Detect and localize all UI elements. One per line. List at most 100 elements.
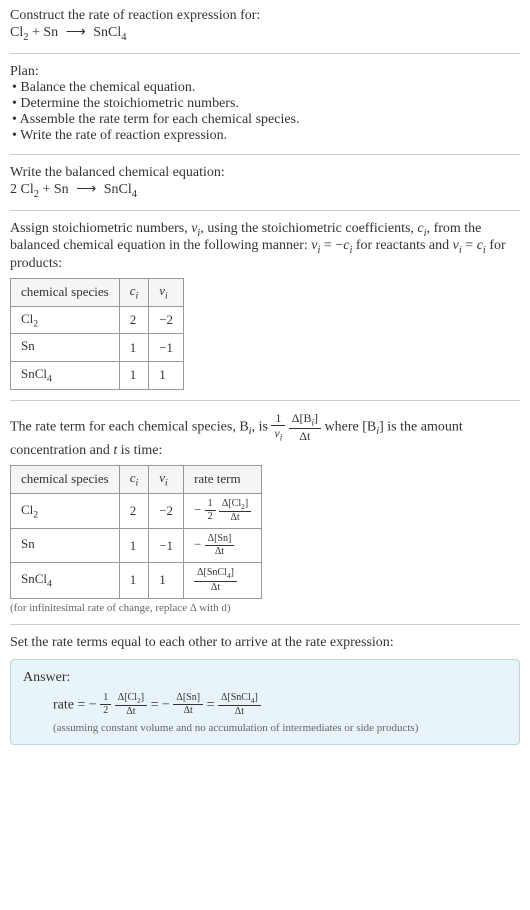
cell-nui: −2 — [149, 493, 184, 529]
delta-b: Δ[B — [292, 411, 312, 425]
answer-box: Answer: rate = − 12 Δ[Cl2]Δt = − Δ[Sn]Δt… — [10, 659, 520, 746]
table-row: Cl2 2 −2 — [11, 306, 184, 334]
fraction-delta: Δ[Sn]Δt — [205, 533, 235, 558]
frac-num: Δ[Sn] — [173, 692, 203, 705]
divider — [10, 624, 520, 625]
text-fragment: for reactants and — [352, 238, 452, 253]
equals-sign: = — [207, 697, 218, 712]
cell-nui: −1 — [149, 334, 184, 362]
cell-species: SnCl4 — [11, 563, 120, 599]
cell-rate: Δ[SnCl4]Δt — [184, 563, 262, 599]
equals-sign: = — [151, 697, 162, 712]
reactant-2: Sn — [43, 25, 58, 40]
frac-den: Δt — [289, 429, 321, 443]
species-name: Sn — [21, 338, 35, 353]
delta-t: Δt — [299, 429, 310, 443]
species-name: Cl — [21, 502, 33, 517]
frac-num: Δ[Cl2] — [115, 692, 147, 707]
delta-conc: Δ[SnCl — [221, 692, 251, 703]
col-nui: νi — [149, 279, 184, 307]
fraction-coef: 12 — [205, 498, 216, 523]
frac-num: Δ[Cl2] — [219, 498, 251, 513]
species-name: SnCl — [21, 366, 47, 381]
rate-text: The rate term for each chemical species,… — [10, 411, 520, 459]
col-species: chemical species — [11, 279, 120, 307]
plan-heading: Plan: — [10, 64, 520, 80]
nu-sub: i — [280, 432, 283, 442]
species-sub: 4 — [47, 579, 52, 590]
species-sub: 2 — [33, 318, 38, 329]
table-row: Cl2 2 −2 − 12 Δ[Cl2]Δt — [11, 493, 262, 529]
plus-sign: + — [28, 25, 43, 40]
frac-den: νi — [271, 426, 285, 443]
species-sub: 2 — [33, 509, 38, 520]
arrow-icon: ⟶ — [66, 24, 86, 41]
frac-num: Δ[SnCl4] — [218, 692, 261, 707]
cell-nui: −2 — [149, 306, 184, 334]
fraction-delta: Δ[SnCl4]Δt — [218, 692, 261, 719]
product-1: SnCl — [104, 182, 132, 197]
coef-1: 2 — [10, 182, 21, 197]
neg-sign: − — [89, 697, 97, 712]
col-nui: νi — [149, 465, 184, 493]
cell-rate: − 12 Δ[Cl2]Δt — [184, 493, 262, 529]
frac-den: Δt — [218, 706, 261, 718]
close-bracket: ] — [255, 692, 258, 703]
table-row: SnCl4 1 1 Δ[SnCl4]Δt — [11, 563, 262, 599]
text-fragment: where [B — [325, 419, 377, 434]
frac-den: Δt — [194, 582, 237, 594]
delta-conc: Δ[Cl — [118, 692, 137, 703]
frac-den: 2 — [100, 705, 111, 717]
nui-sub: i — [165, 291, 168, 302]
fraction-delta: Δ[SnCl4]Δt — [194, 567, 237, 594]
fraction-delta: Δ[Cl2]Δt — [219, 498, 251, 525]
cell-species: Sn — [11, 334, 120, 362]
frac-den: Δt — [219, 512, 251, 524]
text-fragment: , is — [252, 419, 272, 434]
col-species: chemical species — [11, 465, 120, 493]
text-fragment: , using the stoichiometric coefficients, — [200, 221, 417, 236]
eq-sign: = — [462, 238, 477, 253]
cell-species: SnCl4 — [11, 361, 120, 389]
table-header-row: chemical species ci νi rate term — [11, 465, 262, 493]
plan-section: Plan: • Balance the chemical equation. •… — [10, 64, 520, 144]
divider — [10, 400, 520, 401]
problem-statement: Construct the rate of reaction expressio… — [10, 8, 520, 43]
problem-title: Construct the rate of reaction expressio… — [10, 8, 520, 24]
eq-sign: = − — [320, 238, 343, 253]
frac-num: Δ[Sn] — [205, 533, 235, 546]
neg-sign: − — [194, 502, 201, 517]
delta-conc: Δ[Cl — [222, 498, 241, 509]
cell-nui: −1 — [149, 529, 184, 563]
text-fragment: is time: — [117, 443, 162, 458]
balanced-equation: 2 Cl2 + Sn ⟶ SnCl4 — [10, 181, 520, 200]
rate-table: chemical species ci νi rate term Cl2 2 −… — [10, 465, 262, 599]
arrow-icon: ⟶ — [76, 181, 96, 198]
frac-num: Δ[Bi] — [289, 411, 321, 429]
fraction-delta: Δ[Sn]Δt — [173, 692, 203, 717]
product-1: SnCl — [93, 25, 121, 40]
neg-sign: − — [194, 537, 201, 552]
cell-ci: 2 — [119, 493, 149, 529]
answer-assumption: (assuming constant volume and no accumul… — [23, 722, 507, 734]
divider — [10, 53, 520, 54]
table-header-row: chemical species ci νi — [11, 279, 184, 307]
rate-term-section: The rate term for each chemical species,… — [10, 411, 520, 614]
table-caption: (for infinitesimal rate of change, repla… — [10, 602, 520, 614]
table-row: Sn 1 −1 — [11, 334, 184, 362]
cell-rate: − Δ[Sn]Δt — [184, 529, 262, 563]
species-name: SnCl — [21, 571, 47, 586]
cell-species: Sn — [11, 529, 120, 563]
cell-species: Cl2 — [11, 493, 120, 529]
frac-num: 1 — [271, 411, 285, 426]
close-bracket: ] — [245, 498, 248, 509]
answer-label: Answer: — [23, 670, 507, 686]
col-ci: ci — [119, 279, 149, 307]
species-name: Sn — [21, 536, 35, 551]
cell-ci: 1 — [119, 361, 149, 389]
delta-conc: Δ[Sn] — [208, 533, 232, 544]
table-row: Sn 1 −1 − Δ[Sn]Δt — [11, 529, 262, 563]
product-1-sub: 4 — [132, 189, 137, 200]
nui-sub: i — [165, 478, 168, 489]
plan-item: • Write the rate of reaction expression. — [12, 128, 520, 144]
